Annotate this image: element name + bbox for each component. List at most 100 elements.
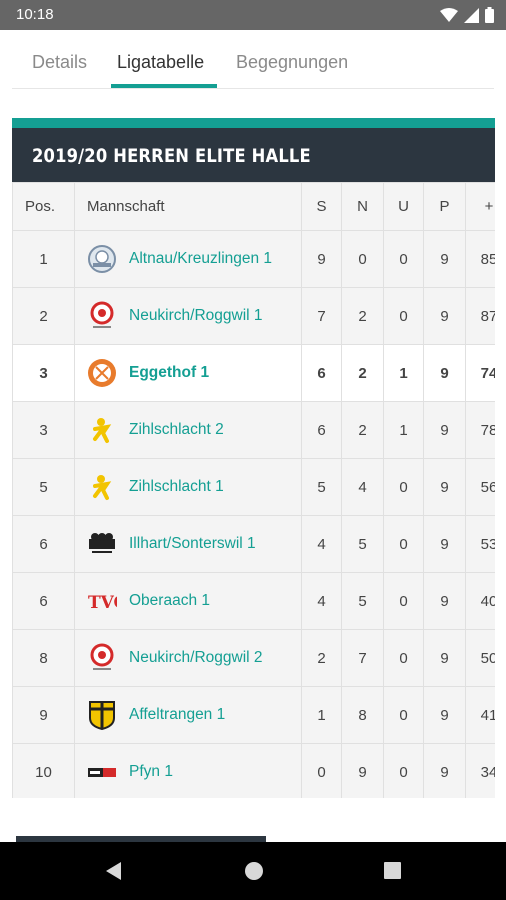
- league-header: 2019/20 HERREN ELITE HALLE: [12, 128, 495, 182]
- row-position: 2: [12, 287, 75, 345]
- row-p: 9: [423, 287, 466, 345]
- row-plus: 87: [465, 287, 495, 345]
- row-position: 6: [12, 572, 75, 630]
- tab-details[interactable]: Details: [32, 52, 87, 73]
- svg-text:TVO: TVO: [88, 593, 117, 613]
- team-name-link[interactable]: Affeltrangen 1: [129, 706, 225, 724]
- row-s: 6: [301, 401, 342, 459]
- navigation-bar: [0, 842, 506, 900]
- recents-icon[interactable]: [384, 862, 401, 879]
- row-u: 1: [383, 344, 424, 402]
- team-name-link[interactable]: Oberaach 1: [129, 592, 210, 610]
- team-logo-icon: [87, 301, 117, 331]
- row-p: 9: [423, 629, 466, 687]
- row-team[interactable]: Altnau/Kreuzlingen 1: [74, 230, 302, 288]
- row-plus: 85: [465, 230, 495, 288]
- row-position: 3: [12, 344, 75, 402]
- team-name-link[interactable]: Neukirch/Roggwil 2: [129, 649, 263, 667]
- battery-icon: [485, 7, 494, 23]
- team-name-link[interactable]: Neukirch/Roggwil 1: [129, 307, 263, 325]
- row-s: 6: [301, 344, 342, 402]
- table-row[interactable]: 5 Zihlschlacht 1 5 4 0 9 56: [12, 458, 495, 516]
- row-team[interactable]: Zihlschlacht 1: [74, 458, 302, 516]
- row-plus: 41: [465, 686, 495, 744]
- row-team[interactable]: TVO Oberaach 1: [74, 572, 302, 630]
- team-logo-icon: [87, 757, 117, 787]
- row-plus: 56: [465, 458, 495, 516]
- row-s: 0: [301, 743, 342, 798]
- row-s: 1: [301, 686, 342, 744]
- team-name-link[interactable]: Altnau/Kreuzlingen 1: [129, 250, 272, 268]
- row-team[interactable]: Affeltrangen 1: [74, 686, 302, 744]
- header-u: U: [383, 182, 424, 231]
- header-s: S: [301, 182, 342, 231]
- status-bar: 10:18: [0, 0, 506, 30]
- row-u: 0: [383, 230, 424, 288]
- row-position: 9: [12, 686, 75, 744]
- header-team: Mannschaft: [74, 182, 302, 231]
- team-logo-icon: [87, 643, 117, 673]
- table-row[interactable]: 10 Pfyn 1 0 9 0 9 34: [12, 743, 495, 798]
- team-logo-icon: [87, 358, 117, 388]
- header-plus: +: [465, 182, 495, 231]
- row-team[interactable]: Zihlschlacht 2: [74, 401, 302, 459]
- team-logo-icon: [87, 415, 117, 445]
- row-s: 5: [301, 458, 342, 516]
- row-team[interactable]: Pfyn 1: [74, 743, 302, 798]
- row-position: 1: [12, 230, 75, 288]
- table-row[interactable]: 8 Neukirch/Roggwil 2 2 7 0 9 50: [12, 629, 495, 687]
- row-p: 9: [423, 572, 466, 630]
- team-name-link[interactable]: Zihlschlacht 2: [129, 421, 224, 439]
- row-p: 9: [423, 344, 466, 402]
- header-n: N: [341, 182, 384, 231]
- back-icon[interactable]: [104, 861, 122, 881]
- table-row[interactable]: 2 Neukirch/Roggwil 1 7 2 0 9 87: [12, 287, 495, 345]
- row-u: 0: [383, 287, 424, 345]
- team-logo-icon: [87, 529, 117, 559]
- row-u: 0: [383, 629, 424, 687]
- row-team[interactable]: Eggethof 1: [74, 344, 302, 402]
- table-row[interactable]: 3 Eggethof 1 6 2 1 9 74: [12, 344, 495, 402]
- signal-icon: [464, 7, 479, 23]
- row-n: 0: [341, 230, 384, 288]
- team-name-link[interactable]: Illhart/Sonterswil 1: [129, 535, 256, 553]
- team-name-link[interactable]: Pfyn 1: [129, 763, 173, 781]
- row-position: 8: [12, 629, 75, 687]
- table-row[interactable]: 1 Altnau/Kreuzlingen 1 9 0 0 9 85: [12, 230, 495, 288]
- row-n: 2: [341, 287, 384, 345]
- row-u: 0: [383, 515, 424, 573]
- home-icon[interactable]: [244, 861, 264, 881]
- table-row[interactable]: 6 TVO Oberaach 1 450940: [12, 572, 495, 630]
- row-n: 2: [341, 401, 384, 459]
- row-s: 4: [301, 515, 342, 573]
- row-team[interactable]: Neukirch/Roggwil 1: [74, 287, 302, 345]
- table-row[interactable]: 6 Illhart/Sonterswil 1 4 5 0 9 53: [12, 515, 495, 573]
- row-p: 9: [423, 230, 466, 288]
- tab-ligatabelle[interactable]: Ligatabelle: [117, 52, 204, 73]
- team-name-link[interactable]: Zihlschlacht 1: [129, 478, 224, 496]
- status-time: 10:18: [16, 6, 54, 23]
- tab-bar: Details Ligatabelle Begegnungen: [0, 30, 506, 88]
- row-position: 6: [12, 515, 75, 573]
- status-icons: [440, 7, 494, 23]
- table-row[interactable]: 9 Affeltrangen 1 1 8 0 9 41: [12, 686, 495, 744]
- row-s: 2: [301, 629, 342, 687]
- row-team[interactable]: Neukirch/Roggwil 2: [74, 629, 302, 687]
- row-p: 9: [423, 458, 466, 516]
- row-n: 2: [341, 344, 384, 402]
- card-accent-bar: [12, 118, 495, 128]
- league-title: 2019/20 HERREN ELITE HALLE: [32, 145, 311, 167]
- row-n: 7: [341, 629, 384, 687]
- row-u: 0: [383, 572, 424, 630]
- row-position: 5: [12, 458, 75, 516]
- row-team[interactable]: Illhart/Sonterswil 1: [74, 515, 302, 573]
- header-p: P: [423, 182, 466, 231]
- league-table: Pos. Mannschaft S N U P + 1 Altnau/Kreuzl…: [12, 182, 495, 798]
- table-row[interactable]: 3 Zihlschlacht 2 6 2 1 9 78: [12, 401, 495, 459]
- row-plus: 78: [465, 401, 495, 459]
- tab-begegnungen[interactable]: Begegnungen: [236, 52, 348, 73]
- row-plus: 74: [465, 344, 495, 402]
- team-name-link[interactable]: Eggethof 1: [129, 364, 209, 382]
- row-plus: 50: [465, 629, 495, 687]
- row-s: 4: [301, 572, 342, 630]
